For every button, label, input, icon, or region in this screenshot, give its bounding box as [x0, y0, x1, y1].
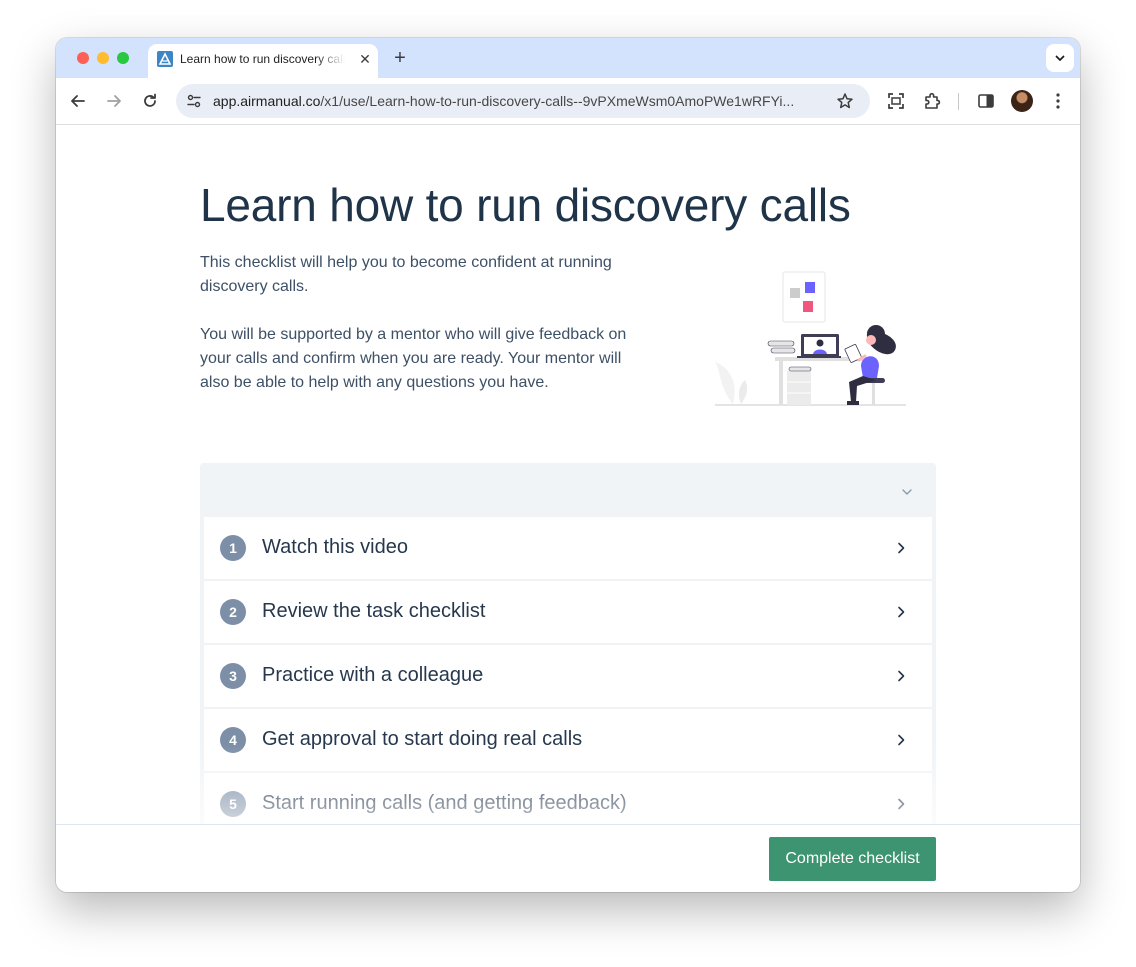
forward-button[interactable]	[104, 91, 124, 111]
reload-icon	[144, 93, 156, 107]
step-number-badge: 3	[220, 663, 246, 689]
checklist-step-2[interactable]: 2 Review the task checklist	[204, 581, 932, 643]
toolbar-divider	[958, 93, 959, 110]
step-number-badge: 5	[220, 791, 246, 817]
chevron-right-icon	[898, 798, 905, 810]
url-path: /x1/use/Learn-how-to-run-discovery-calls…	[320, 93, 795, 109]
profile-avatar[interactable]	[1011, 90, 1033, 112]
chevron-right-icon	[898, 734, 905, 746]
window-minimize-button[interactable]	[97, 52, 109, 64]
step-label: Review the task checklist	[262, 600, 486, 622]
arrow-right-icon	[107, 95, 121, 107]
puzzle-icon[interactable]	[922, 91, 942, 111]
screenshot-icon[interactable]	[886, 91, 906, 111]
star-icon[interactable]	[836, 92, 854, 110]
window-zoom-button[interactable]	[117, 52, 129, 64]
back-button[interactable]	[68, 91, 88, 111]
close-icon[interactable]: ✕	[357, 51, 373, 67]
step-number-badge: 4	[220, 727, 246, 753]
chevron-down-icon[interactable]	[900, 485, 914, 499]
url-host: app.airmanual.co	[213, 93, 321, 109]
kebab-menu-icon[interactable]	[1048, 91, 1068, 111]
person-at-desk-video-call-illustration	[715, 271, 906, 406]
tune-icon[interactable]	[186, 93, 202, 109]
complete-checklist-button[interactable]: Complete checklist	[769, 837, 936, 881]
window-close-button[interactable]	[77, 52, 89, 64]
browser-tab[interactable]: Learn how to run discovery calls ✕	[148, 44, 378, 78]
checklist-step-4[interactable]: 4 Get approval to start doing real calls	[204, 709, 932, 771]
step-label: Watch this video	[262, 536, 408, 558]
chevron-down-icon	[1055, 55, 1065, 61]
step-label: Practice with a colleague	[262, 664, 484, 686]
step-number-badge: 2	[220, 599, 246, 625]
step-label: Get approval to start doing real calls	[262, 728, 583, 750]
browser-toolbar: app.airmanual.co/x1/use/Learn-how-to-run…	[56, 78, 1080, 125]
step-label: Start running calls (and getting feedbac…	[262, 792, 627, 814]
page-content: Learn how to run discovery calls This ch…	[56, 125, 1080, 825]
checklist-step-1[interactable]: 1 Watch this video	[204, 517, 932, 579]
tab-search-button[interactable]	[1046, 44, 1074, 72]
checklist-step-3[interactable]: 3 Practice with a colleague	[204, 645, 932, 707]
plus-icon[interactable]: +	[390, 47, 410, 69]
step-number-badge: 1	[220, 535, 246, 561]
chevron-right-icon	[898, 542, 905, 554]
intro-paragraph: You will be supported by a mentor who wi…	[200, 326, 627, 391]
checklist-step-5[interactable]: 5 Start running calls (and getting feedb…	[204, 773, 932, 825]
reload-button[interactable]	[140, 91, 160, 111]
chevron-right-icon	[898, 670, 905, 682]
tab-strip: Learn how to run discovery calls ✕ +	[56, 38, 1080, 78]
url-text[interactable]: app.airmanual.co/x1/use/Learn-how-to-run…	[213, 93, 829, 111]
chevron-right-icon	[898, 606, 905, 618]
arrow-left-icon	[71, 95, 85, 107]
airmanual-logo-icon	[157, 51, 173, 67]
browser-window: Learn how to run discovery calls ✕ + app…	[56, 38, 1080, 892]
intro-text: This checklist will help you to become c…	[200, 251, 650, 419]
side-panel-icon[interactable]	[976, 91, 996, 111]
page-footer: Complete checklist	[56, 824, 1080, 892]
page-title: Learn how to run discovery calls	[200, 179, 851, 231]
intro-paragraph: This checklist will help you to become c…	[200, 254, 612, 295]
checklist-panel: 1 Watch this video 2 Review the task che…	[200, 463, 936, 825]
address-bar[interactable]: app.airmanual.co/x1/use/Learn-how-to-run…	[176, 84, 870, 118]
tab-title: Learn how to run discovery calls	[180, 52, 345, 66]
